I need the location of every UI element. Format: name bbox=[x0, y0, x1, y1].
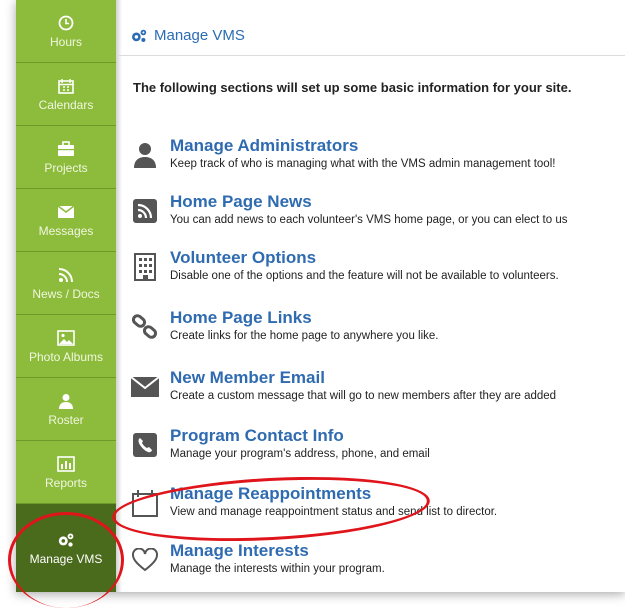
section-manage-reappointments: Manage Reappointments View and manage re… bbox=[130, 484, 625, 528]
sidebar-item-label: Manage VMS bbox=[29, 551, 103, 566]
section-manage-interests: Manage Interests Manage the interests wi… bbox=[130, 541, 625, 585]
header-divider bbox=[116, 55, 625, 56]
sidebar-item-calendars[interactable]: Calendars bbox=[16, 63, 116, 126]
sidebar-item-label: Hours bbox=[49, 34, 82, 49]
sidebar-item-roster[interactable]: Roster bbox=[16, 378, 116, 441]
section-home-page-links: Home Page Links Create links for the hom… bbox=[130, 308, 625, 352]
manage-reappointments-link[interactable]: Manage Reappointments bbox=[170, 484, 371, 504]
sidebar-item-label: Roster bbox=[48, 412, 84, 427]
page-title-text: Manage VMS bbox=[154, 27, 245, 44]
home-page-links-link[interactable]: Home Page Links bbox=[170, 308, 312, 328]
sidebar-item-label: Projects bbox=[44, 160, 88, 175]
page-title: Manage VMS bbox=[130, 27, 245, 44]
building-icon bbox=[130, 252, 160, 282]
section-manage-administrators: Manage Administrators Keep track of who … bbox=[130, 136, 625, 180]
section-description: Manage the interests within your program… bbox=[170, 563, 385, 575]
sidebar-item-photo-albums[interactable]: Photo Albums bbox=[16, 315, 116, 378]
clock-icon bbox=[57, 14, 75, 32]
sidebar-item-label: News / Docs bbox=[32, 286, 100, 301]
home-page-news-link[interactable]: Home Page News bbox=[170, 192, 312, 212]
volunteer-options-link[interactable]: Volunteer Options bbox=[170, 248, 316, 268]
section-description: You can add news to each volunteer's VMS… bbox=[170, 214, 568, 226]
sidebar-item-label: Photo Albums bbox=[28, 349, 104, 364]
section-description: Manage your program's address, phone, an… bbox=[170, 448, 430, 460]
gears-icon bbox=[57, 531, 75, 549]
calendar-icon bbox=[57, 77, 75, 95]
section-description: Create links for the home page to anywhe… bbox=[170, 330, 439, 342]
section-description: Create a custom message that will go to … bbox=[170, 390, 557, 402]
user-icon bbox=[130, 140, 160, 170]
sidebar-item-manage-vms[interactable]: Manage VMS bbox=[16, 504, 116, 592]
app-window: Hours Calendars Projects Messages News /… bbox=[16, 0, 625, 592]
section-new-member-email: New Member Email Create a custom message… bbox=[130, 368, 625, 412]
image-icon bbox=[57, 329, 75, 347]
sidebar-item-hours[interactable]: Hours bbox=[16, 0, 116, 63]
bar-chart-icon bbox=[57, 455, 75, 473]
briefcase-icon bbox=[57, 140, 75, 158]
program-contact-info-link[interactable]: Program Contact Info bbox=[170, 426, 344, 446]
section-description: Disable one of the options and the featu… bbox=[170, 270, 559, 282]
manage-interests-link[interactable]: Manage Interests bbox=[170, 541, 309, 561]
calendar-icon bbox=[130, 488, 160, 518]
link-icon bbox=[130, 312, 160, 342]
sidebar-item-projects[interactable]: Projects bbox=[16, 126, 116, 189]
sidebar-item-label: Messages bbox=[38, 223, 94, 238]
sidebar-item-label: Calendars bbox=[38, 97, 94, 112]
new-member-email-link[interactable]: New Member Email bbox=[170, 368, 325, 388]
sidebar-item-label: Reports bbox=[44, 475, 88, 490]
sidebar: Hours Calendars Projects Messages News /… bbox=[16, 0, 116, 592]
sidebar-item-news-docs[interactable]: News / Docs bbox=[16, 252, 116, 315]
manage-administrators-link[interactable]: Manage Administrators bbox=[170, 136, 358, 156]
envelope-icon bbox=[57, 203, 75, 221]
section-volunteer-options: Volunteer Options Disable one of the opt… bbox=[130, 248, 625, 292]
main-content: Manage VMS The following sections will s… bbox=[116, 0, 625, 592]
rss-square-icon bbox=[130, 196, 160, 226]
rss-icon bbox=[57, 266, 75, 284]
phone-square-icon bbox=[130, 430, 160, 460]
envelope-icon bbox=[130, 372, 160, 402]
intro-text: The following sections will set up some … bbox=[133, 80, 572, 95]
section-program-contact-info: Program Contact Info Manage your program… bbox=[130, 426, 625, 470]
sidebar-item-reports[interactable]: Reports bbox=[16, 441, 116, 504]
section-description: View and manage reappointment status and… bbox=[170, 506, 498, 518]
section-description: Keep track of who is managing what with … bbox=[170, 158, 556, 170]
gears-icon bbox=[132, 29, 147, 42]
person-icon bbox=[57, 392, 75, 410]
sidebar-item-messages[interactable]: Messages bbox=[16, 189, 116, 252]
section-home-page-news: Home Page News You can add news to each … bbox=[130, 192, 625, 236]
heart-icon bbox=[130, 545, 160, 575]
